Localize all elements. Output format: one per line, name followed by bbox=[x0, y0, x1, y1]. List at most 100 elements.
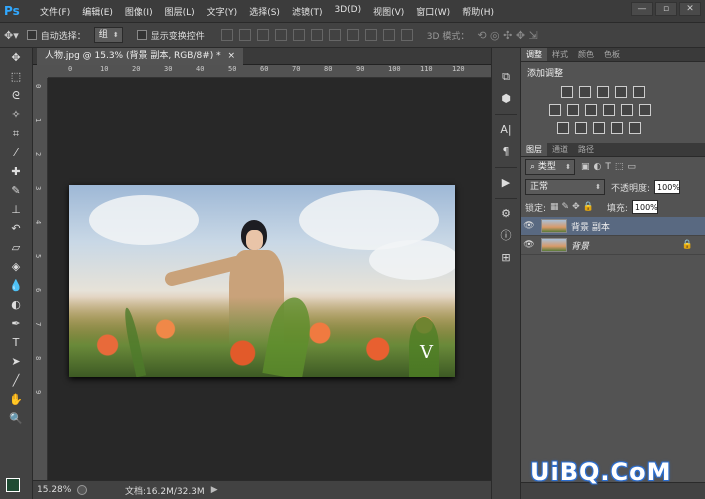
tab-adjustments[interactable]: 调整 bbox=[521, 48, 547, 61]
menu-window[interactable]: 窗口(W) bbox=[410, 5, 456, 18]
clone-stamp-tool-icon[interactable]: ⊥ bbox=[0, 200, 32, 219]
brightness-contrast-icon[interactable] bbox=[561, 86, 573, 98]
eye-icon[interactable]: 👁 bbox=[521, 240, 537, 250]
distribute-top-icon[interactable] bbox=[328, 29, 341, 41]
align-top-icon[interactable] bbox=[220, 29, 233, 41]
tab-color[interactable]: 颜色 bbox=[573, 48, 599, 61]
zoom-level[interactable]: 15.28% bbox=[37, 485, 73, 495]
character-panel-icon[interactable]: A| bbox=[492, 119, 520, 141]
document-image[interactable]: V bbox=[69, 185, 455, 377]
hue-saturation-icon[interactable] bbox=[549, 104, 561, 116]
show-transform-checkbox[interactable] bbox=[136, 30, 147, 40]
color-balance-icon[interactable] bbox=[567, 104, 579, 116]
history-panel-icon[interactable]: ⧉ bbox=[492, 66, 520, 88]
document-canvas[interactable]: V bbox=[48, 78, 491, 480]
menu-help[interactable]: 帮助(H) bbox=[456, 5, 500, 18]
eraser-tool-icon[interactable]: ▱ bbox=[0, 238, 32, 257]
fill-input[interactable]: 100% bbox=[631, 200, 658, 214]
status-menu-arrow-icon[interactable]: ▶ bbox=[211, 485, 218, 495]
color-lookup-icon[interactable] bbox=[639, 104, 651, 116]
eye-icon[interactable]: 👁 bbox=[521, 221, 537, 231]
distribute-middle-icon[interactable] bbox=[346, 29, 359, 41]
close-tab-icon[interactable]: × bbox=[228, 51, 236, 61]
curves-icon[interactable] bbox=[597, 86, 609, 98]
lock-icons[interactable]: ▦✎✥🔒 bbox=[550, 202, 597, 212]
brush-tool-icon[interactable]: ✎ bbox=[0, 181, 32, 200]
selective-color-icon[interactable] bbox=[629, 122, 641, 134]
line-tool-icon[interactable]: ╱ bbox=[0, 371, 32, 390]
menu-3d[interactable]: 3D(D) bbox=[328, 5, 367, 18]
move-tool-icon[interactable]: ✥ bbox=[0, 48, 32, 67]
tab-paths[interactable]: 路径 bbox=[573, 143, 599, 156]
paint-bucket-tool-icon[interactable]: ◈ bbox=[0, 257, 32, 276]
status-icon[interactable] bbox=[77, 485, 87, 495]
paragraph-panel-icon[interactable]: ¶ bbox=[492, 141, 520, 163]
exposure-icon[interactable] bbox=[615, 86, 627, 98]
type-tool-icon[interactable]: T bbox=[0, 333, 32, 352]
black-white-icon[interactable] bbox=[585, 104, 597, 116]
dodge-tool-icon[interactable]: ◐ bbox=[0, 295, 32, 314]
layer-row[interactable]: 👁 背景 副本 bbox=[521, 217, 705, 236]
channel-mixer-icon[interactable] bbox=[621, 104, 633, 116]
eyedropper-tool-icon[interactable]: ⁄ bbox=[0, 143, 32, 162]
magic-wand-tool-icon[interactable]: ✧ bbox=[0, 105, 32, 124]
actions-panel-icon[interactable]: ▶ bbox=[492, 172, 520, 194]
3d-rotate-icon[interactable]: ⟲ ◎ ✣ ✥ ⇲ bbox=[477, 29, 537, 42]
threshold-icon[interactable] bbox=[593, 122, 605, 134]
blend-mode-dropdown[interactable]: 正常 bbox=[525, 179, 605, 195]
foreground-color-swatch[interactable] bbox=[6, 478, 20, 492]
layer-filter-icons[interactable]: ▣◐T⬚▭ bbox=[581, 162, 640, 172]
tab-styles[interactable]: 样式 bbox=[547, 48, 573, 61]
auto-select-checkbox[interactable] bbox=[26, 30, 37, 40]
blur-tool-icon[interactable]: 💧 bbox=[0, 276, 32, 295]
photo-filter-icon[interactable] bbox=[603, 104, 615, 116]
menu-view[interactable]: 视图(V) bbox=[367, 5, 410, 18]
brush-panel-icon[interactable]: ⊞ bbox=[492, 247, 520, 269]
3d-panel-icon[interactable]: ⬢ bbox=[492, 88, 520, 110]
lasso-tool-icon[interactable]: ᘓ bbox=[0, 86, 32, 105]
menu-select[interactable]: 选择(S) bbox=[243, 5, 286, 18]
tab-channels[interactable]: 通道 bbox=[547, 143, 573, 156]
layer-name[interactable]: 背景 bbox=[571, 239, 589, 252]
opacity-input[interactable]: 100% bbox=[654, 180, 681, 194]
maximize-button[interactable]: ▫ bbox=[655, 2, 677, 16]
align-center-icon[interactable] bbox=[292, 29, 305, 41]
levels-icon[interactable] bbox=[579, 86, 591, 98]
menu-image[interactable]: 图像(I) bbox=[119, 5, 159, 18]
menu-type[interactable]: 文字(Y) bbox=[201, 5, 244, 18]
move-tool-icon[interactable]: ✥▾ bbox=[4, 29, 19, 42]
layer-comps-panel-icon[interactable]: ⚙ bbox=[492, 203, 520, 225]
menu-filter[interactable]: 滤镜(T) bbox=[286, 5, 329, 18]
align-left-icon[interactable] bbox=[274, 29, 287, 41]
path-selection-tool-icon[interactable]: ➤ bbox=[0, 352, 32, 371]
healing-tool-icon[interactable]: ✚ bbox=[0, 162, 32, 181]
gradient-map-icon[interactable] bbox=[611, 122, 623, 134]
posterize-icon[interactable] bbox=[575, 122, 587, 134]
invert-icon[interactable] bbox=[557, 122, 569, 134]
minimize-button[interactable]: — bbox=[631, 2, 653, 16]
vibrance-icon[interactable] bbox=[633, 86, 645, 98]
layer-row[interactable]: 👁 背景 🔒 bbox=[521, 236, 705, 255]
menu-file[interactable]: 文件(F) bbox=[34, 5, 76, 18]
auto-select-dropdown[interactable]: 组 bbox=[93, 27, 123, 43]
tab-layers[interactable]: 图层 bbox=[521, 143, 547, 156]
align-right-icon[interactable] bbox=[310, 29, 323, 41]
layer-filter-dropdown[interactable]: ⌕ 类型 bbox=[525, 159, 575, 175]
menu-edit[interactable]: 编辑(E) bbox=[76, 5, 119, 18]
distribute-bottom-icon[interactable] bbox=[364, 29, 377, 41]
crop-tool-icon[interactable]: ⌗ bbox=[0, 124, 32, 143]
document-tab[interactable]: 人物.jpg @ 15.3% (背景 副本, RGB/8#) * × bbox=[37, 48, 244, 65]
pen-tool-icon[interactable]: ✒ bbox=[0, 314, 32, 333]
zoom-tool-icon[interactable]: 🔍 bbox=[0, 409, 32, 428]
history-brush-tool-icon[interactable]: ↶ bbox=[0, 219, 32, 238]
marquee-tool-icon[interactable]: ⬚ bbox=[0, 67, 32, 86]
distribute-right-icon[interactable] bbox=[400, 29, 413, 41]
info-panel-icon[interactable]: ⓘ bbox=[492, 225, 520, 247]
hand-tool-icon[interactable]: ✋ bbox=[0, 390, 32, 409]
align-middle-icon[interactable] bbox=[238, 29, 251, 41]
tab-swatches[interactable]: 色板 bbox=[599, 48, 625, 61]
menu-layer[interactable]: 图层(L) bbox=[159, 5, 201, 18]
layer-name[interactable]: 背景 副本 bbox=[571, 220, 610, 233]
align-bottom-icon[interactable] bbox=[256, 29, 269, 41]
distribute-left-icon[interactable] bbox=[382, 29, 395, 41]
